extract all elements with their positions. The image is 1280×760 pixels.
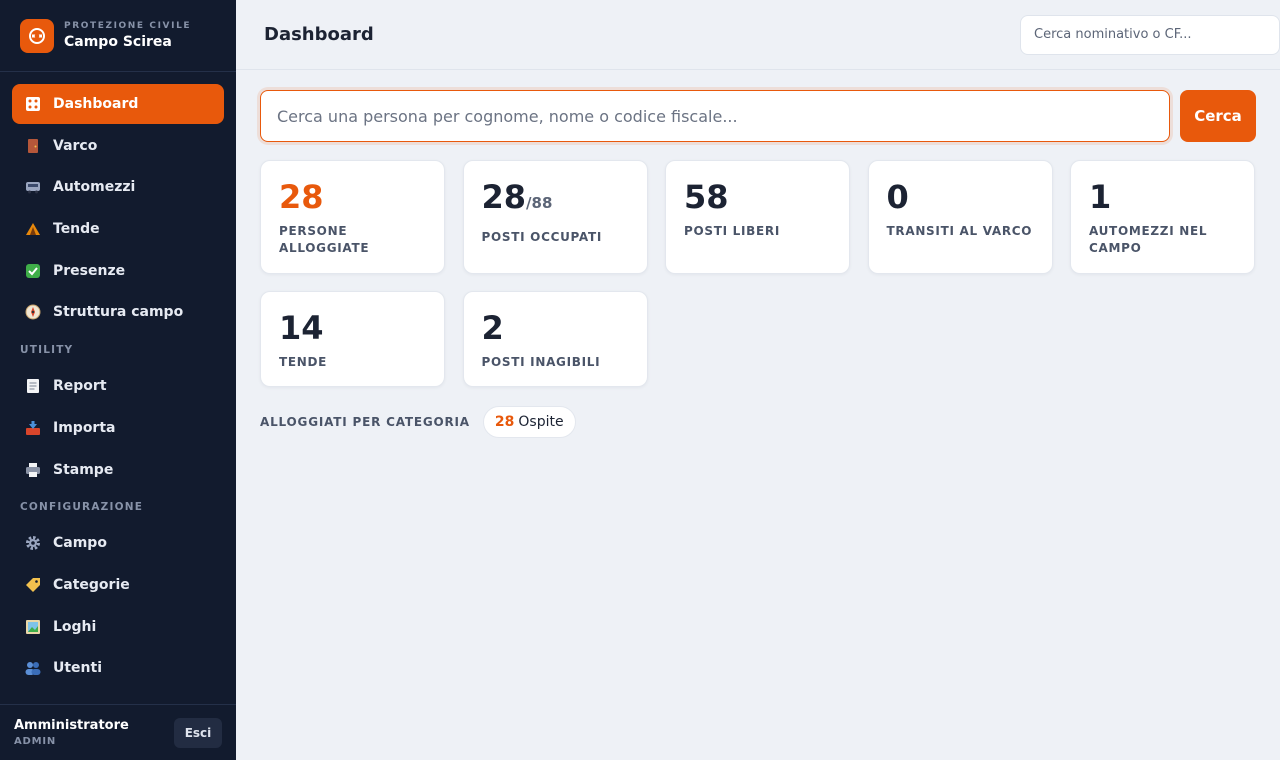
stat-value: 58 — [684, 178, 729, 216]
nav-section-configurazione: CONFIGURAZIONE — [20, 501, 144, 514]
check-icon — [24, 262, 42, 280]
topbar: Dashboard — [236, 0, 1280, 70]
nav-label-stampe: Stampe — [53, 461, 114, 478]
stat-card-posti-liberi: 58 POSTI LIBERI — [665, 160, 850, 274]
nav-item-varco[interactable]: Varco — [12, 126, 224, 166]
stat-value: 14 — [279, 309, 324, 347]
stat-label: TENDE — [279, 355, 328, 369]
dashboard-icon — [24, 95, 42, 113]
nav-item-presenze[interactable]: Presenze — [12, 251, 224, 291]
stat-value: 2 — [481, 309, 504, 347]
picture-icon — [24, 618, 42, 636]
nav-label-presenze: Presenze — [53, 262, 126, 279]
compass-icon — [24, 303, 42, 321]
nav-item-categorie[interactable]: Categorie — [12, 565, 224, 605]
users-icon — [24, 659, 42, 677]
stat-card-automezzi: 1 AUTOMEZZI NEL CAMPO — [1070, 160, 1255, 274]
tag-icon — [24, 576, 42, 594]
stat-label: TRANSITI AL VARCO — [886, 224, 1033, 238]
user-box: Amministratore ADMIN Esci — [0, 704, 236, 760]
stat-card-transiti: 0 TRANSITI AL VARCO — [867, 160, 1053, 274]
lifebuoy-logo-icon — [20, 18, 54, 53]
brand-title: Campo Scirea — [64, 34, 172, 50]
stat-value: 0 — [886, 178, 909, 216]
category-chip-count: 28 — [494, 414, 515, 430]
nav-label-importa: Importa — [53, 419, 116, 436]
nav-label-categorie: Categorie — [53, 576, 130, 593]
user-role: ADMIN — [14, 736, 57, 747]
stat-label: POSTI LIBERI — [684, 224, 781, 238]
tent-icon — [24, 220, 42, 238]
stat-value-total: /88 — [526, 194, 553, 212]
stat-value: 28 — [279, 178, 324, 216]
nav-label-automezzi: Automezzi — [53, 179, 136, 196]
nav-item-report[interactable]: Report — [12, 366, 224, 406]
header-search-input[interactable] — [1020, 14, 1280, 55]
category-chip[interactable]: 28 Ospite — [482, 406, 576, 438]
brand-subtitle: PROTEZIONE CIVILE — [64, 21, 192, 31]
stat-card-tende: 14 TENDE — [260, 291, 445, 387]
inbox-icon — [24, 419, 42, 437]
nav-item-automezzi[interactable]: Automezzi — [12, 167, 224, 207]
nav-label-report: Report — [53, 378, 107, 395]
nav-item-stampe[interactable]: Stampe — [12, 450, 224, 490]
search-button[interactable]: Cerca — [1180, 90, 1256, 142]
person-search-bar: Cerca — [260, 90, 1256, 142]
stat-label: POSTI INAGIBILI — [481, 355, 601, 369]
bus-icon — [24, 178, 42, 196]
stat-label: PERSONE ALLOGGIATE — [279, 224, 370, 255]
nav-label-campo: Campo — [53, 535, 107, 552]
nav-section-utility: UTILITY — [20, 344, 74, 357]
nav-label-dashboard: Dashboard — [53, 96, 139, 112]
category-chip-name: Ospite — [518, 414, 564, 430]
nav-item-dashboard[interactable]: Dashboard — [12, 84, 224, 124]
category-summary: ALLOGGIATI PER CATEGORIA 28 Ospite — [260, 406, 576, 438]
nav-label-loghi: Loghi — [53, 618, 97, 635]
nav-item-campo[interactable]: Campo — [12, 523, 224, 563]
stat-value-number: 28 — [481, 178, 527, 216]
category-summary-title: ALLOGGIATI PER CATEGORIA — [260, 415, 470, 429]
nav-item-loghi[interactable]: Loghi — [12, 607, 224, 647]
nav-item-importa[interactable]: Importa — [12, 408, 224, 448]
stat-value: 28/88 — [482, 179, 629, 221]
sidebar: PROTEZIONE CIVILE Campo Scirea Dashboard… — [0, 0, 236, 760]
stat-card-posti-inagibili: 2 POSTI INAGIBILI — [462, 291, 648, 387]
stat-card-posti-occupati: 28/88 POSTI OCCUPATI — [462, 160, 648, 274]
nav-label-struttura-campo: Struttura campo — [53, 304, 184, 321]
user-name: Amministratore — [14, 718, 129, 733]
main-nav: Dashboard Varco Automezzi Tende Presenze — [0, 72, 236, 688]
nav-label-varco: Varco — [53, 137, 98, 154]
document-icon — [24, 377, 42, 395]
brand: PROTEZIONE CIVILE Campo Scirea — [0, 0, 236, 72]
stat-label: POSTI OCCUPATI — [481, 230, 603, 244]
nav-item-utenti[interactable]: Utenti — [12, 648, 224, 688]
stat-label: AUTOMEZZI NEL CAMPO — [1089, 224, 1208, 255]
printer-icon — [24, 461, 42, 479]
logout-button[interactable]: Esci — [174, 717, 222, 748]
door-icon — [24, 137, 42, 155]
stat-card-persone-alloggiate: 28 PERSONE ALLOGGIATE — [260, 160, 445, 274]
page-title: Dashboard — [264, 24, 374, 45]
nav-label-utenti: Utenti — [53, 660, 103, 677]
nav-item-tende[interactable]: Tende — [12, 209, 224, 249]
nav-item-struttura-campo[interactable]: Struttura campo — [12, 292, 224, 332]
stat-value: 1 — [1089, 178, 1112, 216]
nav-label-tende: Tende — [53, 221, 100, 238]
person-search-input[interactable] — [260, 90, 1170, 142]
gear-icon — [24, 534, 42, 552]
